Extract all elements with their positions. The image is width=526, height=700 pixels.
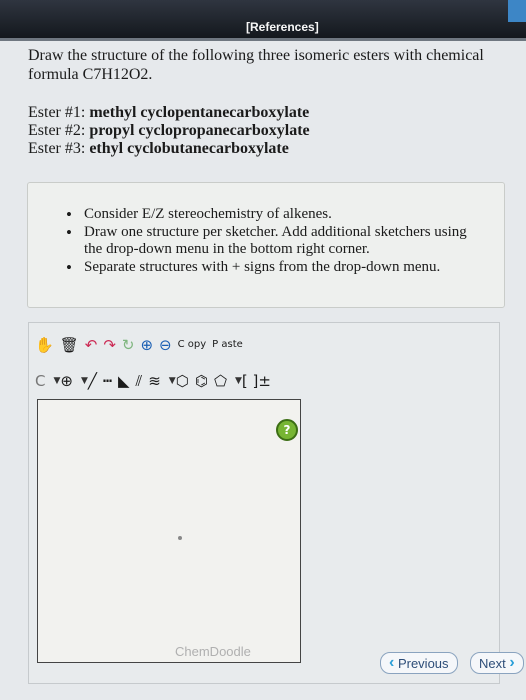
- erase-icon[interactable]: 🗑: [60, 336, 79, 354]
- lasso-icon[interactable]: ↶: [85, 336, 98, 354]
- prompt-line-2: formula C7H12O2.: [28, 66, 153, 83]
- instruction-item: • Draw one structure per sketcher. Add ad…: [66, 223, 467, 257]
- ester-1: Ester #1: methyl cyclopentanecarboxylate: [28, 104, 310, 121]
- charge-bracket-icon[interactable]: [ ]±: [242, 372, 271, 390]
- ring-cyclopentane-icon[interactable]: ⬠: [214, 372, 227, 390]
- redo-icon[interactable]: ↻: [122, 336, 135, 354]
- copy-button[interactable]: C opy: [178, 340, 207, 350]
- references-link[interactable]: [References]: [246, 20, 319, 34]
- toolbar-row-2: C ▼ ⊕ ▼ ╱ ┅ ◣ ⫽ ≋ ▼ ⬡ ⌬ ⬠ ▼ [ ]±: [35, 372, 271, 390]
- previous-button[interactable]: ‹ Previous: [380, 652, 458, 674]
- question-prompt: Draw the structure of the following thre…: [28, 46, 508, 84]
- ring-cyclohexane-icon[interactable]: ⬡: [176, 372, 189, 390]
- double-bond-icon[interactable]: ⫽: [136, 372, 143, 390]
- ring-benzene-icon[interactable]: ⌬: [195, 372, 208, 390]
- ester-3: Ester #3: ethyl cyclobutanecarboxylate: [28, 140, 289, 157]
- triple-bond-icon[interactable]: ≋: [148, 372, 161, 390]
- ester-list: Ester #1: methyl cyclopentanecarboxylate…: [28, 104, 310, 158]
- sketcher-panel: ✋ 🗑 ↶ ↷ ↻ ⊕ ⊖ C opy P aste C ▼ ⊕ ▼ ╱ ┅ ◣ ⫽…: [28, 322, 500, 684]
- brand-label: ChemDoodle: [175, 644, 251, 659]
- wedge-bond-icon[interactable]: ◣: [118, 372, 130, 390]
- drawing-canvas[interactable]: ?: [37, 399, 301, 663]
- instructions-box: • Consider E/Z stereochemistry of alkenes…: [27, 182, 505, 308]
- chevron-left-icon: ‹: [389, 654, 395, 671]
- instruction-item: • Separate structures with + signs from t…: [66, 258, 441, 277]
- atom-carbon-button[interactable]: C: [35, 372, 45, 390]
- paste-button[interactable]: P aste: [212, 340, 243, 350]
- instruction-item: • Consider E/Z stereochemistry of alkenes…: [66, 205, 332, 224]
- hashed-bond-icon[interactable]: ┅: [103, 372, 112, 390]
- chevron-right-icon: ›: [509, 654, 515, 671]
- undo-icon[interactable]: ↷: [103, 336, 116, 354]
- help-button[interactable]: ?: [276, 419, 298, 441]
- window-corner-tab[interactable]: [508, 0, 526, 22]
- toolbar-row-1: ✋ 🗑 ↶ ↷ ↻ ⊕ ⊖ C opy P aste: [35, 331, 249, 359]
- canvas-dot: [178, 536, 182, 540]
- ester-2: Ester #2: propyl cyclopropanecarboxylate: [28, 122, 310, 139]
- next-button[interactable]: Next ›: [470, 652, 524, 674]
- prompt-line-1: Draw the structure of the following thre…: [28, 47, 484, 64]
- single-bond-icon[interactable]: ╱: [88, 372, 97, 390]
- hand-tool-icon[interactable]: ✋: [35, 336, 54, 354]
- zoom-out-icon[interactable]: ⊖: [159, 336, 172, 354]
- zoom-in-icon[interactable]: ⊕: [140, 336, 153, 354]
- add-charge-icon[interactable]: ⊕: [60, 372, 73, 390]
- top-bar-divider: [0, 38, 526, 41]
